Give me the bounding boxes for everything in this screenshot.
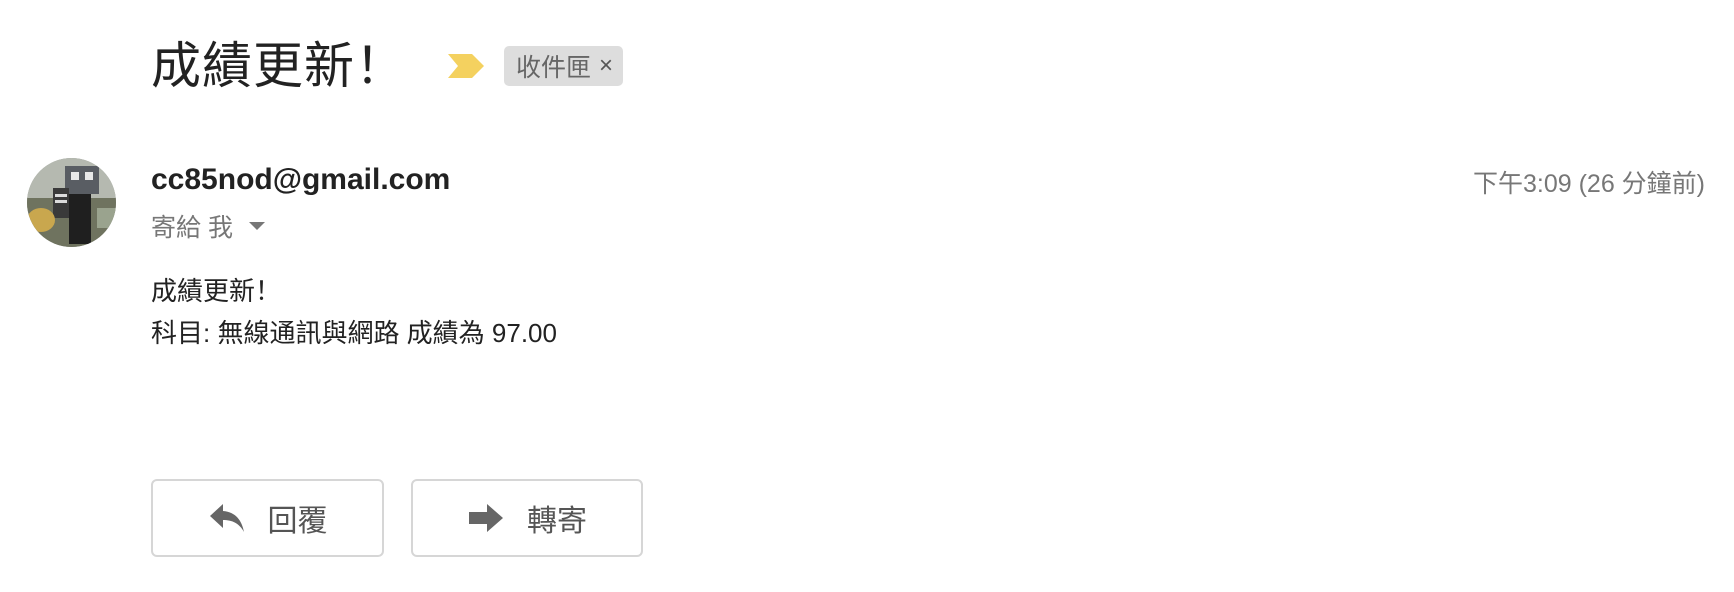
email-timestamp: 下午3:09 (26 分鐘前) (1472, 170, 1705, 198)
forward-button[interactable]: 轉寄 (411, 479, 643, 557)
reply-label: 回覆 (267, 505, 328, 538)
chevron-down-icon[interactable] (248, 222, 265, 230)
reply-button[interactable]: 回覆 (151, 479, 384, 557)
sender-email: cc85nod@gmail.com (151, 163, 451, 196)
remove-label-icon[interactable]: × (599, 54, 613, 78)
recipient-line: 寄給 我 (151, 208, 265, 244)
recipient-text: 寄給 我 (151, 214, 233, 242)
inbox-label-text: 收件匣 (516, 54, 592, 82)
subject-row: 成績更新！ 收件匣 × (151, 34, 624, 98)
email-body: 成績更新！ 科目: 無線通訊與網路 成績為 97.00 (151, 270, 557, 354)
reply-arrow-icon (209, 504, 244, 532)
email-subject: 成績更新！ (151, 37, 406, 95)
inbox-label-chip[interactable]: 收件匣 × (504, 46, 624, 86)
forward-label: 轉寄 (527, 505, 587, 538)
body-line: 科目: 無線通訊與網路 成績為 97.00 (151, 318, 557, 348)
sender-photo (27, 158, 116, 247)
forward-arrow-icon (469, 504, 503, 532)
importance-marker-icon[interactable] (446, 52, 486, 80)
avatar (27, 158, 116, 247)
body-line: 成績更新！ (151, 276, 282, 306)
